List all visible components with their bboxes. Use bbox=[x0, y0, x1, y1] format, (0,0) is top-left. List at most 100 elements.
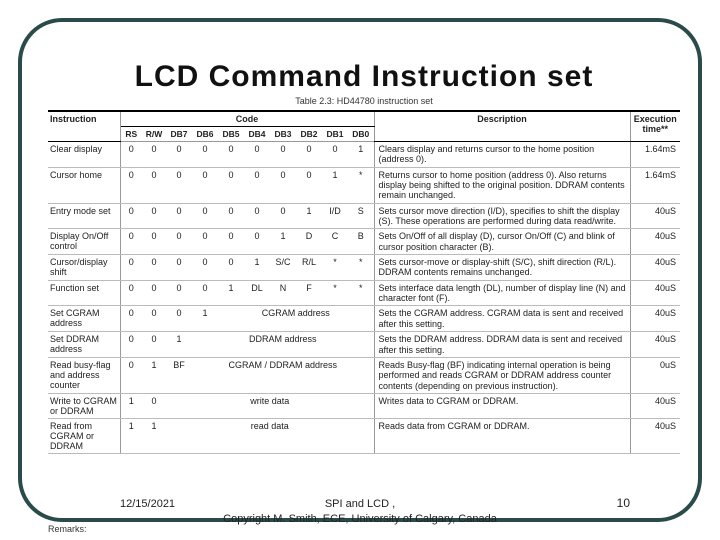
cell-bit: S/C bbox=[270, 255, 296, 281]
table-row: Write to CGRAM or DDRAM10write dataWrite… bbox=[48, 393, 680, 418]
cell-bit: 0 bbox=[270, 142, 296, 168]
header-bit: R/W bbox=[142, 127, 166, 142]
table-row: Read from CGRAM or DDRAM11read dataReads… bbox=[48, 418, 680, 453]
cell-bit: 1 bbox=[192, 306, 218, 332]
cell-bit: 0 bbox=[142, 280, 166, 306]
cell-bit: C bbox=[322, 229, 348, 255]
header-bit: DB6 bbox=[192, 127, 218, 142]
cell-instruction: Function set bbox=[48, 280, 120, 306]
header-bit: DB0 bbox=[348, 127, 374, 142]
cell-bit: 0 bbox=[192, 255, 218, 281]
footer-page-number: 10 bbox=[617, 496, 630, 510]
cell-bit: * bbox=[348, 280, 374, 306]
cell-description: Sets On/Off of all display (D), cursor O… bbox=[374, 229, 630, 255]
header-bit: DB2 bbox=[296, 127, 322, 142]
table-row: Cursor home000000001*Returns cursor to h… bbox=[48, 167, 680, 203]
slide-content: LCD Command Instruction set Table 2.3: H… bbox=[48, 60, 680, 454]
cell-bit: * bbox=[322, 255, 348, 281]
cell-description: Sets cursor-move or display-shift (S/C),… bbox=[374, 255, 630, 281]
cell-bit: 1 bbox=[296, 203, 322, 229]
header-instruction: Instruction bbox=[48, 111, 120, 142]
table-row: Clear display0000000001Clears display an… bbox=[48, 142, 680, 168]
footer-center-1: SPI and LCD , bbox=[0, 498, 720, 510]
table-row: Entry mode set00000001I/DSSets cursor mo… bbox=[48, 203, 680, 229]
cell-bit: 0 bbox=[142, 203, 166, 229]
cell-bit: 0 bbox=[142, 306, 166, 332]
cell-bit: 0 bbox=[270, 167, 296, 203]
cell-bit: 0 bbox=[142, 393, 166, 418]
cell-bit: 0 bbox=[120, 229, 142, 255]
cell-bit: 0 bbox=[142, 255, 166, 281]
cell-bit: 0 bbox=[142, 167, 166, 203]
cell-bit-span: write data bbox=[166, 393, 374, 418]
cell-description: Sets cursor move direction (I/D), specif… bbox=[374, 203, 630, 229]
cell-bit: 1 bbox=[270, 229, 296, 255]
cell-bit: 0 bbox=[120, 357, 142, 393]
cell-bit: 0 bbox=[166, 167, 192, 203]
cell-bit: 0 bbox=[270, 203, 296, 229]
cell-instruction: Cursor home bbox=[48, 167, 120, 203]
cell-time: 40uS bbox=[630, 393, 680, 418]
cell-bit: 0 bbox=[142, 332, 166, 358]
cell-time: 40uS bbox=[630, 229, 680, 255]
cell-bit: 0 bbox=[166, 142, 192, 168]
cell-bit: R/L bbox=[296, 255, 322, 281]
cell-time: 40uS bbox=[630, 306, 680, 332]
cell-instruction: Read from CGRAM or DDRAM bbox=[48, 418, 120, 453]
cell-description: Clears display and returns cursor to the… bbox=[374, 142, 630, 168]
cell-time: 40uS bbox=[630, 332, 680, 358]
header-time: Execution time** bbox=[630, 111, 680, 142]
cell-bit: 0 bbox=[218, 255, 244, 281]
table-row: Cursor/display shift000001S/CR/L**Sets c… bbox=[48, 255, 680, 281]
cell-bit-span: CGRAM address bbox=[218, 306, 374, 332]
cell-bit: 0 bbox=[192, 142, 218, 168]
cell-bit: 0 bbox=[120, 280, 142, 306]
cell-bit: 0 bbox=[218, 229, 244, 255]
cell-bit: 0 bbox=[142, 229, 166, 255]
cell-bit: 0 bbox=[142, 142, 166, 168]
header-bit: DB4 bbox=[244, 127, 270, 142]
cell-bit: 0 bbox=[120, 255, 142, 281]
cell-bit: 0 bbox=[120, 306, 142, 332]
cell-bit: 1 bbox=[166, 332, 192, 358]
cell-time: 40uS bbox=[630, 203, 680, 229]
cell-bit: I/D bbox=[322, 203, 348, 229]
header-description: Description bbox=[374, 111, 630, 142]
cell-time: 40uS bbox=[630, 418, 680, 453]
cell-description: Reads Busy-flag (BF) indicating internal… bbox=[374, 357, 630, 393]
header-bit: DB7 bbox=[166, 127, 192, 142]
cell-bit: 0 bbox=[218, 203, 244, 229]
cell-instruction: Set DDRAM address bbox=[48, 332, 120, 358]
cell-description: Writes data to CGRAM or DDRAM. bbox=[374, 393, 630, 418]
cell-instruction: Cursor/display shift bbox=[48, 255, 120, 281]
cell-instruction: Read busy-flag and address counter bbox=[48, 357, 120, 393]
cell-instruction: Entry mode set bbox=[48, 203, 120, 229]
cell-bit: 0 bbox=[244, 229, 270, 255]
cell-instruction: Write to CGRAM or DDRAM bbox=[48, 393, 120, 418]
header-bit: DB5 bbox=[218, 127, 244, 142]
cell-bit: 0 bbox=[192, 280, 218, 306]
cell-bit: 1 bbox=[348, 142, 374, 168]
cell-bit: BF bbox=[166, 357, 192, 393]
cell-time: 1.64mS bbox=[630, 142, 680, 168]
header-bit: RS bbox=[120, 127, 142, 142]
cell-bit: 1 bbox=[142, 418, 166, 453]
cell-bit: 0 bbox=[192, 203, 218, 229]
cell-bit: N bbox=[270, 280, 296, 306]
cell-bit: 1 bbox=[218, 280, 244, 306]
slide-title: LCD Command Instruction set bbox=[48, 60, 680, 94]
cell-instruction: Set CGRAM address bbox=[48, 306, 120, 332]
remarks-label: Remarks: bbox=[48, 524, 87, 534]
cell-bit: 0 bbox=[166, 280, 192, 306]
cell-bit: 1 bbox=[142, 357, 166, 393]
cell-bit: 0 bbox=[166, 255, 192, 281]
header-code: Code bbox=[120, 111, 374, 127]
cell-bit: B bbox=[348, 229, 374, 255]
cell-bit: * bbox=[322, 280, 348, 306]
table-row: Set CGRAM address0001CGRAM addressSets t… bbox=[48, 306, 680, 332]
cell-description: Reads data from CGRAM or DDRAM. bbox=[374, 418, 630, 453]
table-row: Function set00001DLNF**Sets interface da… bbox=[48, 280, 680, 306]
cell-bit: * bbox=[348, 167, 374, 203]
cell-bit: F bbox=[296, 280, 322, 306]
header-bit: DB3 bbox=[270, 127, 296, 142]
